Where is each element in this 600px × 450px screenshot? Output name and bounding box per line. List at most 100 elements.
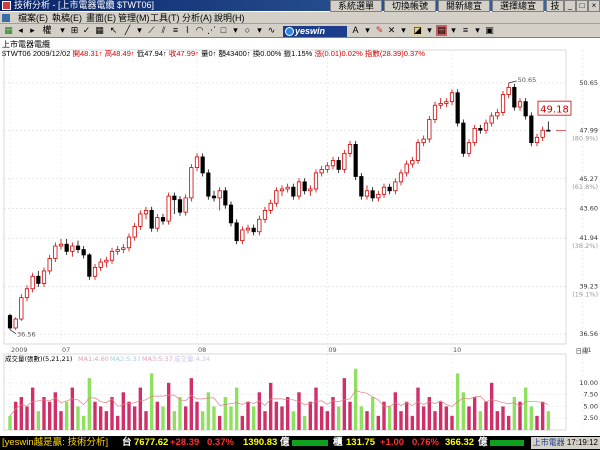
candle-body	[353, 144, 358, 177]
volume-bar	[302, 415, 307, 430]
candle-body	[529, 115, 534, 144]
candle-body	[319, 168, 324, 174]
taiex-unit: 億	[280, 437, 290, 448]
volume-bar	[523, 387, 528, 430]
otc-amount: 366.32	[445, 437, 475, 448]
candle-body	[478, 127, 483, 131]
candle-body	[166, 195, 171, 222]
candle-body	[200, 156, 205, 174]
status-right: 上市電器 17:19:12	[530, 437, 600, 449]
volume-bar	[161, 406, 165, 430]
volume-bar	[246, 401, 250, 430]
volume-bar	[172, 411, 177, 430]
date-tick-label: 07	[62, 346, 70, 354]
volume-bar	[393, 392, 398, 430]
volume-bar	[81, 415, 86, 430]
volume-bar	[104, 411, 109, 430]
candle-body	[7, 315, 13, 329]
volume-bar	[178, 397, 182, 430]
status-brand: [yeswin越是贏: 技術分析]	[2, 437, 109, 448]
volume-bar	[529, 406, 534, 430]
fib-ratio-label: (38.2%)	[572, 242, 598, 250]
volume-bar	[217, 415, 222, 430]
volume-bar	[325, 411, 330, 430]
volume-bar	[421, 406, 426, 430]
otc-change: +1.00	[380, 437, 405, 448]
volume-bar	[64, 401, 69, 430]
candle-body	[296, 181, 302, 197]
candle-body	[438, 103, 443, 106]
volume-bar	[348, 401, 352, 430]
volume-bar	[472, 397, 477, 430]
candle-body	[75, 245, 81, 250]
volume-legend-item: 成交量:4.34	[174, 354, 210, 363]
volume-bar	[365, 411, 369, 430]
fib-ratio-label: (19.1%)	[572, 290, 598, 298]
candle-body	[381, 186, 387, 195]
candle-body	[98, 261, 103, 268]
status-tab[interactable]: 上市電器	[533, 438, 565, 447]
candle-body	[455, 92, 460, 124]
candle-body	[330, 160, 336, 167]
candle-body	[466, 142, 472, 154]
candle-body	[427, 119, 432, 140]
candle-body	[517, 101, 523, 108]
candle-body	[404, 163, 409, 174]
candle-body	[489, 115, 494, 124]
status-bar: [yeswin越是贏: 技術分析] 台 7677.62 +28.39 0.37%…	[0, 436, 600, 450]
candle-body	[483, 122, 489, 131]
candle-body	[291, 186, 296, 197]
volume-bar	[433, 411, 437, 430]
volume-bar	[506, 415, 511, 430]
price-tick-label: 41.94	[579, 234, 598, 242]
price-tag-label: 49.18	[540, 105, 569, 116]
candle-body	[262, 209, 268, 220]
candle-body	[126, 236, 132, 249]
date-tick-label: 09	[328, 346, 336, 354]
candle-body	[81, 249, 86, 256]
candle-body	[149, 209, 154, 229]
volume-bar	[467, 406, 471, 430]
candle-body	[143, 209, 149, 215]
candle-body	[461, 122, 466, 154]
volume-bar	[59, 411, 63, 430]
candle-body	[313, 172, 319, 190]
volume-bar	[489, 382, 494, 430]
volume-bar	[240, 415, 245, 430]
candle-body	[24, 288, 30, 299]
volume-tick-label: 2.50	[584, 414, 598, 422]
candlestick-series	[7, 82, 551, 330]
volume-bar	[19, 397, 24, 430]
volume-legend-item: MA1:4.60	[78, 355, 109, 363]
volume-bar	[144, 411, 148, 430]
candle-body	[534, 136, 540, 144]
candle-body	[546, 129, 551, 132]
chart-canvas[interactable]: 50.6547.99(80.9%)45.27(61.8%)43.6041.94(…	[0, 0, 600, 436]
price-plot-frame	[3, 49, 567, 345]
price-tick-label: 43.60	[579, 205, 598, 213]
price-axis: 50.6547.99(80.9%)45.27(61.8%)43.6041.94(…	[572, 79, 598, 338]
taiex-change: +28.39	[170, 437, 200, 448]
candle-body	[92, 266, 98, 277]
price-tick-label: 50.65	[579, 79, 598, 87]
candle-body	[393, 181, 398, 192]
volume-bar	[42, 397, 46, 430]
volume-bar	[484, 401, 488, 430]
candle-body	[64, 243, 69, 252]
candle-body	[13, 318, 18, 329]
otc-value: 131.75	[346, 437, 376, 448]
volume-bar	[478, 411, 483, 430]
candle-body	[370, 190, 375, 199]
candle-body	[376, 193, 381, 199]
volume-bar	[223, 397, 228, 430]
candle-body	[36, 275, 41, 284]
candle-body	[444, 101, 449, 104]
volume-bar	[121, 392, 126, 430]
candle-body	[160, 217, 166, 222]
candle-body	[410, 160, 415, 165]
volume-bar	[546, 411, 551, 430]
candle-body	[523, 101, 528, 117]
volume-bar	[438, 401, 443, 430]
taiex-label: 台	[122, 437, 132, 448]
volume-bar	[444, 406, 449, 430]
